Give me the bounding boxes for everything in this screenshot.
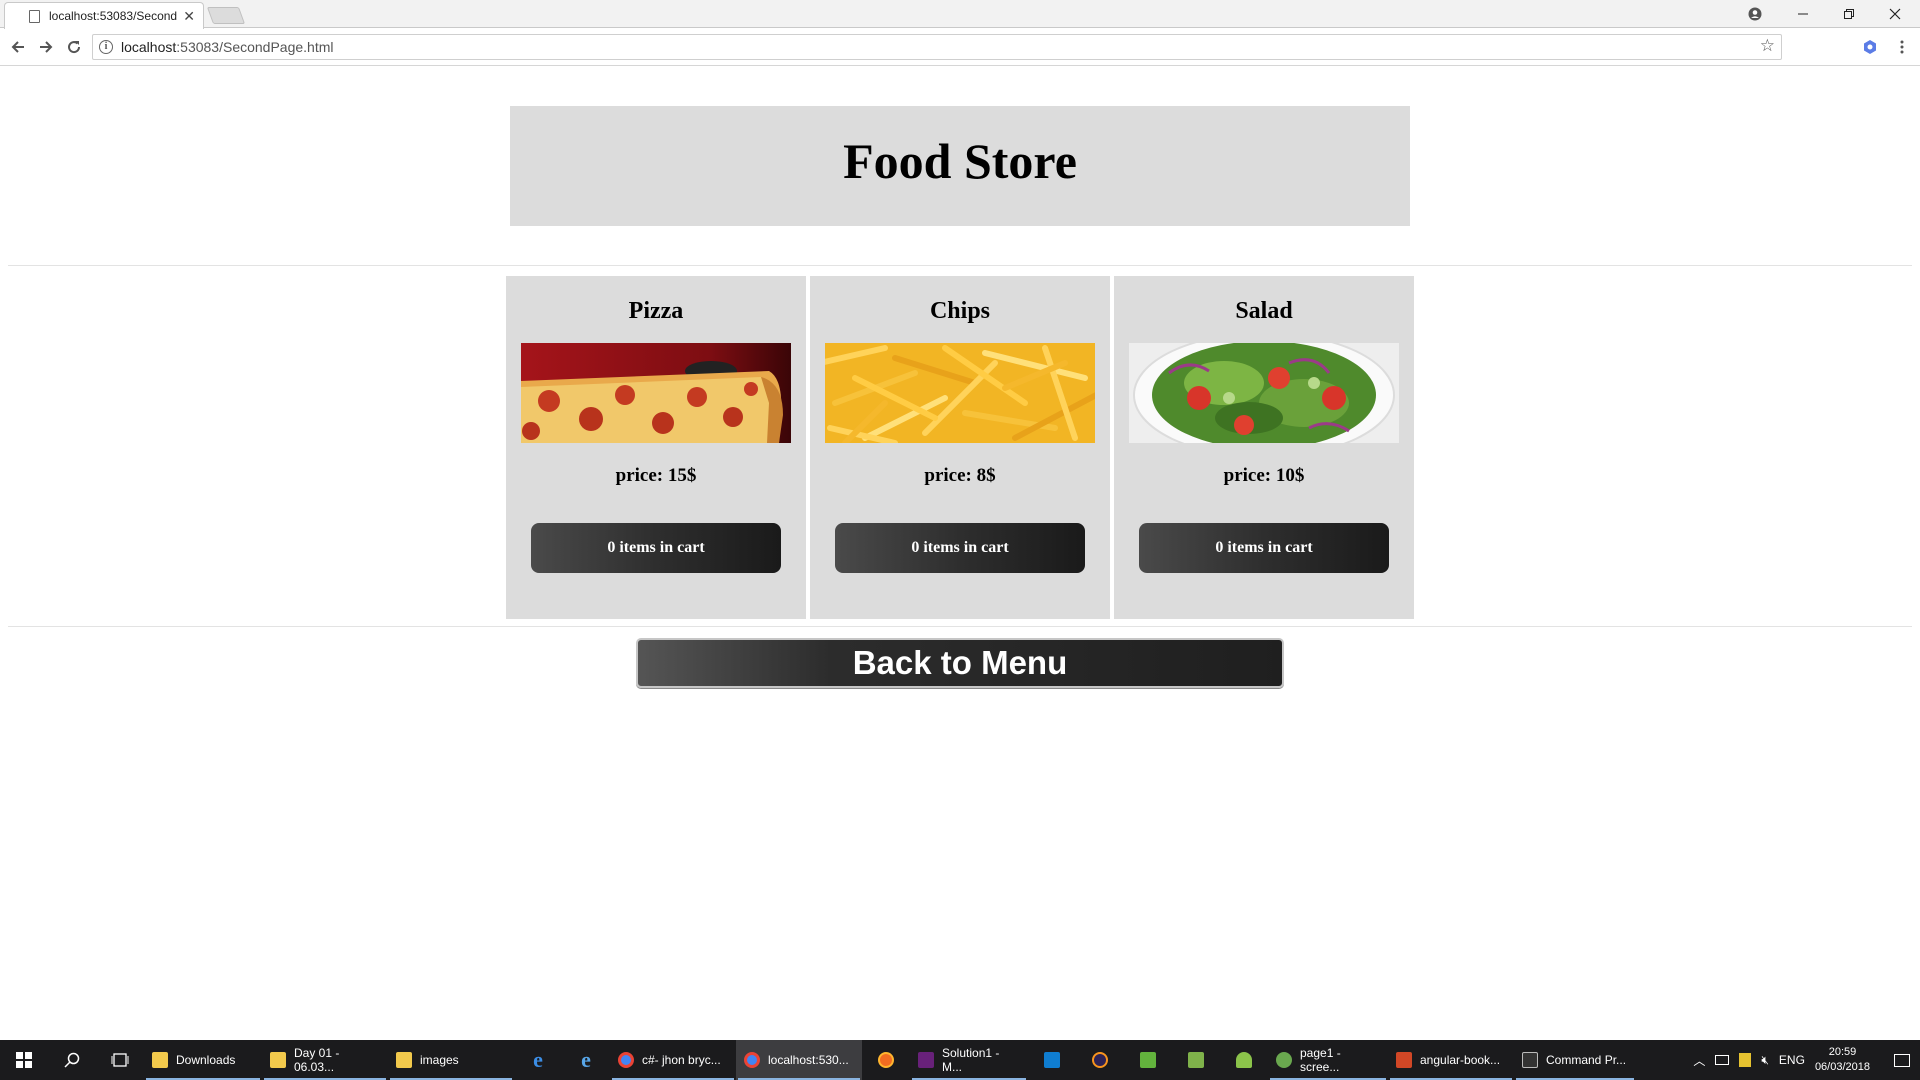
close-icon[interactable] xyxy=(1872,0,1918,28)
visual-studio-icon xyxy=(918,1052,934,1068)
new-tab-button[interactable] xyxy=(206,7,246,24)
restore-icon[interactable] xyxy=(1826,0,1872,28)
clock[interactable]: 20:59 06/03/2018 xyxy=(1815,1045,1870,1075)
ie-icon[interactable]: e xyxy=(562,1040,610,1080)
taskbar-item-label: Downloads xyxy=(176,1053,236,1067)
salad-image xyxy=(1129,343,1399,443)
eclipse-icon[interactable] xyxy=(1076,1040,1124,1080)
product-card-salad: Salad price: 10$ 0 items in cart xyxy=(1114,276,1414,619)
page-content: Food Store Pizza price: 15$ 0 items in c… xyxy=(0,67,1920,1040)
store-header: Food Store xyxy=(510,106,1410,226)
product-price: price: 8$ xyxy=(924,465,996,486)
page-title: Food Store xyxy=(843,133,1077,189)
url-path: :53083/SecondPage.html xyxy=(176,39,334,55)
terminal-icon xyxy=(1522,1052,1538,1068)
address-bar[interactable]: i localhost :53083/SecondPage.html ☆ xyxy=(92,34,1782,60)
product-name: Salad xyxy=(1235,298,1293,324)
product-name: Chips xyxy=(929,298,991,324)
network-icon[interactable] xyxy=(1715,1055,1730,1065)
taskbar-item-label: angular-book... xyxy=(1420,1053,1501,1067)
product-name: Pizza xyxy=(628,298,684,324)
product-card-pizza: Pizza price: 15$ 0 items in cart xyxy=(506,276,806,619)
paint-icon xyxy=(1276,1052,1292,1068)
url-host: localhost xyxy=(121,39,177,55)
firefox-icon[interactable] xyxy=(862,1040,910,1080)
browser-tab[interactable]: localhost:53083/SecondP ✕ xyxy=(4,2,204,29)
task-view-icon[interactable] xyxy=(96,1040,144,1080)
android-icon[interactable] xyxy=(1220,1040,1268,1080)
clock-date: 06/03/2018 xyxy=(1814,1061,1870,1073)
taskbar-item-downloads[interactable]: Downloads xyxy=(144,1040,262,1080)
taskbar-item-label: Command Pr... xyxy=(1546,1053,1627,1067)
folder-icon xyxy=(270,1052,286,1068)
forward-icon[interactable] xyxy=(34,35,58,59)
browser-tabstrip: localhost:53083/SecondP ✕ xyxy=(0,0,1920,29)
taskbar-item-label: c#- jhon bryc... xyxy=(642,1053,721,1067)
clock-time: 20:59 xyxy=(1828,1046,1857,1058)
folder-icon xyxy=(396,1052,412,1068)
powerpoint-icon xyxy=(1396,1052,1412,1068)
vscode-icon[interactable] xyxy=(1028,1040,1076,1080)
taskbar-item-label: Day 01 - 06.03... xyxy=(294,1046,340,1074)
minimize-icon[interactable] xyxy=(1780,0,1826,28)
taskbar-item-day01[interactable]: Day 01 - 06.03... xyxy=(262,1040,388,1080)
bottom-divider xyxy=(8,626,1912,627)
taskbar-item-label: Solution1 - M... xyxy=(942,1046,1000,1074)
volume-muted-icon[interactable]: 🔇︎ xyxy=(1761,1053,1769,1068)
account-icon[interactable] xyxy=(1732,0,1778,28)
taskbar-item-visual-studio[interactable]: Solution1 - M... xyxy=(910,1040,1028,1080)
search-icon[interactable] xyxy=(48,1040,96,1080)
chips-image xyxy=(825,343,1095,443)
windows-start-icon[interactable] xyxy=(0,1040,48,1080)
taskbar: Downloads Day 01 - 06.03... images e e c… xyxy=(0,1040,1920,1080)
pizza-image xyxy=(521,343,791,443)
add-to-cart-button[interactable]: 0 items in cart xyxy=(835,523,1085,573)
taskbar-item-images[interactable]: images xyxy=(388,1040,514,1080)
battery-icon[interactable] xyxy=(1739,1053,1752,1067)
product-card-chips: Chips price: 8$ 0 items in cart xyxy=(810,276,1110,619)
back-icon[interactable] xyxy=(6,35,30,59)
system-tray: ︿ 🔇︎ ENG 20:59 06/03/2018 xyxy=(1693,1040,1920,1080)
menu-icon[interactable] xyxy=(1890,35,1914,59)
taskbar-item-chrome-2[interactable]: localhost:530... xyxy=(736,1040,862,1080)
extension-icon[interactable] xyxy=(1858,35,1882,59)
language-indicator[interactable]: ENG xyxy=(1779,1053,1805,1067)
chrome-icon xyxy=(618,1052,634,1068)
tab-close-icon[interactable]: ✕ xyxy=(183,8,195,25)
chrome-icon xyxy=(744,1052,760,1068)
edge-icon[interactable]: e xyxy=(514,1040,562,1080)
notepad-icon[interactable] xyxy=(1124,1040,1172,1080)
browser-toolbar: i localhost :53083/SecondPage.html ☆ xyxy=(0,29,1920,66)
star-icon[interactable]: ☆ xyxy=(1760,36,1775,56)
taskbar-item-label: page1 - scree... xyxy=(1300,1046,1341,1074)
info-icon[interactable]: i xyxy=(99,40,113,54)
folder-icon xyxy=(152,1052,168,1068)
chevron-up-icon[interactable]: ︿ xyxy=(1693,1052,1705,1069)
tab-title: localhost:53083/SecondP xyxy=(49,9,178,23)
taskbar-item-paint[interactable]: page1 - scree... xyxy=(1268,1040,1388,1080)
top-divider xyxy=(8,265,1912,266)
calculator-icon[interactable] xyxy=(1172,1040,1220,1080)
product-list: Pizza price: 15$ 0 items in cart Chips p… xyxy=(506,276,1414,619)
taskbar-item-label: localhost:530... xyxy=(768,1053,849,1067)
taskbar-item-command-prompt[interactable]: Command Pr... xyxy=(1514,1040,1636,1080)
page-icon xyxy=(29,9,40,23)
product-price: price: 10$ xyxy=(1223,465,1305,486)
back-to-menu-button[interactable]: Back to Menu xyxy=(636,638,1284,688)
taskbar-item-label: images xyxy=(420,1053,459,1067)
product-price: price: 15$ xyxy=(615,465,697,486)
notifications-icon[interactable] xyxy=(1894,1053,1910,1067)
taskbar-item-chrome-1[interactable]: c#- jhon bryc... xyxy=(610,1040,736,1080)
reload-icon[interactable] xyxy=(62,35,86,59)
add-to-cart-button[interactable]: 0 items in cart xyxy=(1139,523,1389,573)
taskbar-item-powerpoint[interactable]: angular-book... xyxy=(1388,1040,1514,1080)
add-to-cart-button[interactable]: 0 items in cart xyxy=(531,523,781,573)
